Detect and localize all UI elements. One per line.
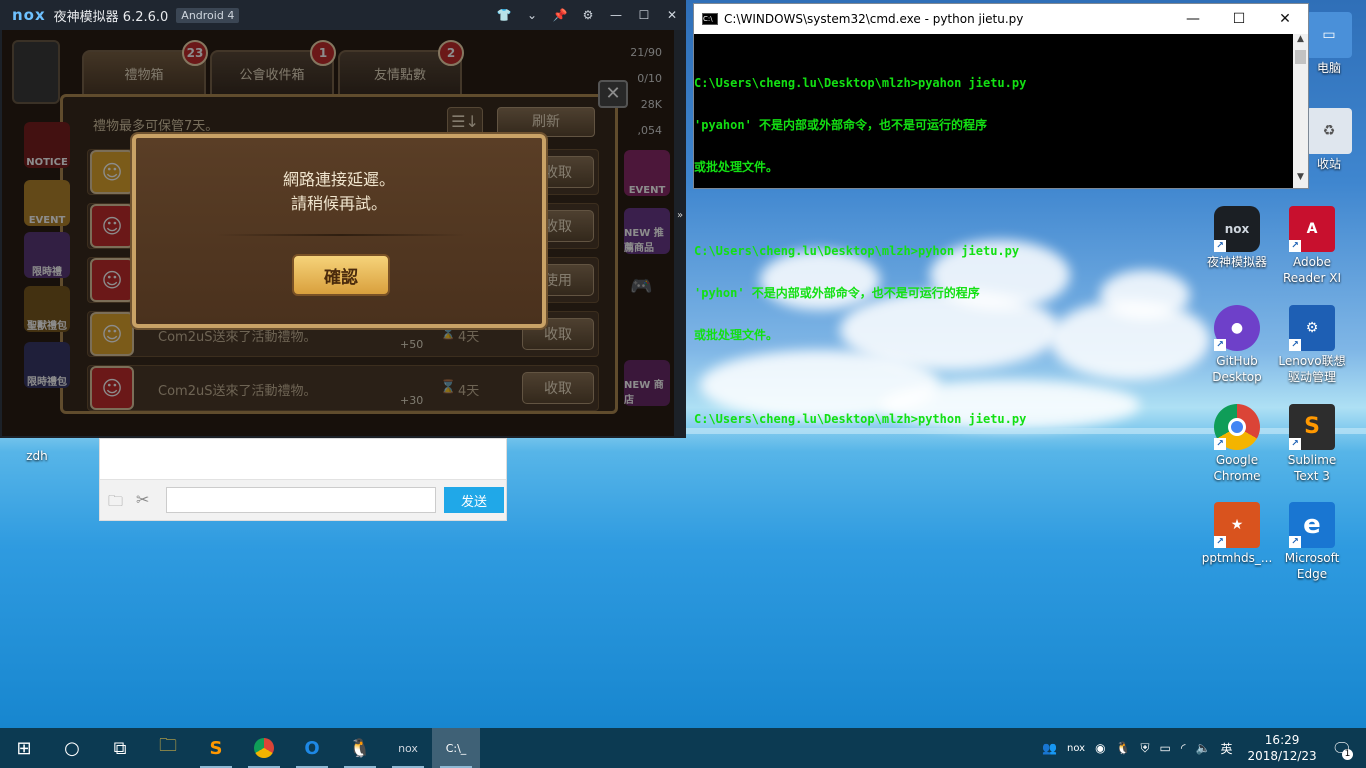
cmd-line: 或批处理文件。 xyxy=(694,328,779,342)
file-icon xyxy=(0,440,74,448)
cmd-title-bar[interactable]: C:\ C:\WINDOWS\system32\cmd.exe - python… xyxy=(694,4,1308,34)
nox-window-title: 夜神模拟器 6.2.6.0 xyxy=(53,9,169,25)
maximize-icon[interactable]: ☐ xyxy=(1216,11,1262,27)
cmd-line: C:\Users\cheng.lu\Desktop\mlzh>pyahon ji… xyxy=(694,76,1027,90)
sublime-icon[interactable]: S xyxy=(192,728,240,768)
wifi-assist-icon[interactable]: ◉ xyxy=(1095,741,1105,755)
chevron-down-icon[interactable]: ⌄ xyxy=(518,8,546,22)
cmd-line: 'pyhon' 不是内部或外部命令，也不是可运行的程序 xyxy=(694,286,980,300)
expand-sidebar-icon[interactable]: » xyxy=(677,210,683,221)
cmd-window[interactable]: C:\ C:\WINDOWS\system32\cmd.exe - python… xyxy=(693,3,1309,426)
desktop-icon-label: Sublime Text 3 xyxy=(1287,453,1337,483)
desktop-icon-label: zdh xyxy=(26,449,48,463)
cmd-icon: C:\ xyxy=(702,13,718,25)
sublime-icon: S ↗ xyxy=(1289,404,1335,450)
minimize-icon[interactable]: — xyxy=(602,8,630,22)
game-screen[interactable]: 禮物箱 23 公會收件箱 1 友情點數 2 21/90 0/10 28K ,05… xyxy=(2,30,674,436)
volume-icon[interactable]: 🔈 xyxy=(1196,741,1211,755)
cmd-scrollbar[interactable]: ▲ ▼ xyxy=(1293,34,1308,188)
scissors-icon[interactable]: ✂ xyxy=(136,490,149,509)
battery-icon[interactable]: ▭ xyxy=(1160,741,1171,755)
taskbar: ⊞ ○ ⧉ 🗀 S O 🐧 nox C:\_ 👥 nox ◉ 🐧 ⛨ ▭ ◜ 🔈… xyxy=(0,728,1366,768)
pin-icon[interactable]: 📌 xyxy=(546,8,574,22)
outlook-icon[interactable]: O xyxy=(288,728,336,768)
desktop-icon-zdh[interactable]: zdh xyxy=(0,440,74,464)
edge-icon: e ↗ xyxy=(1289,502,1335,548)
scroll-up-icon[interactable]: ▲ xyxy=(1293,34,1308,50)
desktop-icon-label: Google Chrome xyxy=(1213,453,1261,483)
minimize-icon[interactable]: — xyxy=(1170,11,1216,27)
qq-icon[interactable]: 🐧 xyxy=(336,728,384,768)
cmd-line: C:\Users\cheng.lu\Desktop\mlzh>python ji… xyxy=(694,412,1027,426)
dialog-message-line: 網路連接延遲。 xyxy=(282,170,395,189)
nox-logo: nox xyxy=(12,6,46,24)
cmd-line xyxy=(694,202,1294,216)
chat-toolbar: 🗀 ✂ 发送 xyxy=(100,479,506,520)
dialog-message-line: 請稍候再試。 xyxy=(290,194,387,213)
cmd-line: 或批处理文件。 xyxy=(694,160,779,174)
clock-date: 2018/12/23 xyxy=(1247,749,1317,763)
dialog-divider xyxy=(216,234,466,236)
start-icon[interactable]: ⊞ xyxy=(0,728,48,768)
recycle-bin-icon: ♻ xyxy=(1306,108,1352,154)
desktop-icon-ppt[interactable]: ★ ↗ pptmhds_... xyxy=(1200,502,1274,566)
cmd-window-title: C:\WINDOWS\system32\cmd.exe - python jie… xyxy=(724,12,1024,26)
cmd-line: 'pyahon' 不是内部或外部命令，也不是可运行的程序 xyxy=(694,118,988,132)
system-tray: 👥 nox ◉ 🐧 ⛨ ▭ ◜ 🔈 英 16:29 2018/12/23 🗨 1 xyxy=(1037,728,1366,768)
people-icon[interactable]: 👥 xyxy=(1042,741,1057,755)
cmd-icon[interactable]: C:\_ xyxy=(432,728,480,768)
computer-icon: ▭ xyxy=(1306,12,1352,58)
desktop-icon-edge[interactable]: e ↗ Microsoft Edge xyxy=(1275,502,1349,582)
lenovo-driver-icon: ⚙ ↗ xyxy=(1289,305,1335,351)
desktop-icon-label: Microsoft Edge xyxy=(1284,551,1340,581)
chrome-icon[interactable] xyxy=(240,728,288,768)
security-icon[interactable]: ⛨ xyxy=(1141,741,1150,756)
folder-icon[interactable]: 🗀 xyxy=(108,491,126,510)
chat-message-input[interactable] xyxy=(166,487,436,513)
nox-sidebar[interactable]: » xyxy=(675,30,686,436)
nox-title-bar[interactable]: nox 夜神模拟器 6.2.6.0 Android 4 👕 ⌄ 📌 ⚙ — ☐ … xyxy=(0,0,686,30)
close-icon[interactable]: ✕ xyxy=(658,8,686,22)
notification-count: 1 xyxy=(1342,748,1353,760)
network-icon[interactable]: ◜ xyxy=(1181,741,1186,755)
notifications-icon[interactable]: 🗨 1 xyxy=(1332,739,1353,760)
network-error-dialog: 網路連接延遲。 請稍候再試。 確認 xyxy=(132,134,546,328)
maximize-icon[interactable]: ☐ xyxy=(630,8,658,22)
ime-indicator[interactable]: 英 xyxy=(1221,740,1233,757)
adobe-reader-icon: A ↗ xyxy=(1289,206,1335,252)
cmd-output[interactable]: C:\Users\cheng.lu\Desktop\mlzh>pyahon ji… xyxy=(694,34,1294,426)
cmd-line: C:\Users\cheng.lu\Desktop\mlzh>pyhon jie… xyxy=(694,244,1020,258)
qq-tray-icon[interactable]: 🐧 xyxy=(1116,741,1131,755)
confirm-button[interactable]: 確認 xyxy=(292,254,390,296)
ppt-icon: ★ ↗ xyxy=(1214,502,1260,548)
send-button[interactable]: 发送 xyxy=(444,487,504,513)
scroll-thumb[interactable] xyxy=(1295,50,1306,64)
shirt-icon[interactable]: 👕 xyxy=(490,8,518,22)
clock[interactable]: 16:29 2018/12/23 xyxy=(1248,732,1317,764)
desktop-icon-label: pptmhds_... xyxy=(1201,551,1273,565)
clock-time: 16:29 xyxy=(1264,733,1300,747)
close-icon[interactable]: ✕ xyxy=(1262,11,1308,27)
task-view-icon[interactable]: ⧉ xyxy=(96,728,144,768)
android-version-badge: Android 4 xyxy=(176,7,240,23)
nox-tray-icon[interactable]: nox xyxy=(1067,743,1085,754)
gear-icon[interactable]: ⚙ xyxy=(574,8,602,22)
file-explorer-icon[interactable]: 🗀 xyxy=(144,728,192,768)
cmd-line xyxy=(694,370,1294,384)
nox-icon[interactable]: nox xyxy=(384,728,432,768)
cortana-icon[interactable]: ○ xyxy=(48,728,96,768)
nox-emulator-window[interactable]: nox 夜神模拟器 6.2.6.0 Android 4 👕 ⌄ 📌 ⚙ — ☐ … xyxy=(0,0,686,438)
chat-panel: 🗀 ✂ 发送 xyxy=(99,438,507,521)
scroll-down-icon[interactable]: ▼ xyxy=(1293,172,1308,188)
